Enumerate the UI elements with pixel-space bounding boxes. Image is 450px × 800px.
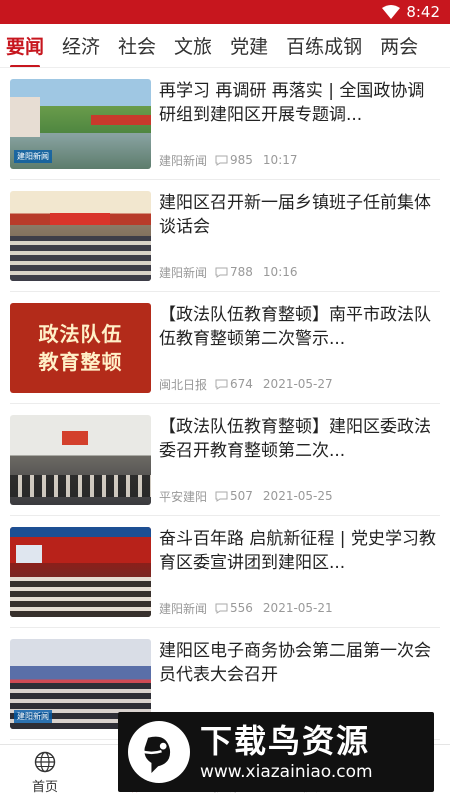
comment-count: 788 — [230, 265, 253, 279]
news-time: 10:16 — [262, 265, 298, 279]
tab-wenlv[interactable]: 文旅 — [174, 26, 212, 65]
comment-count: 674 — [230, 377, 253, 391]
tab-bailianchenggang[interactable]: 百练成钢 — [286, 26, 362, 65]
news-item[interactable]: 政法队伍 教育整顿 【政法队伍教育整顿】南平市政法队伍教育整顿第二次警示... … — [10, 292, 440, 404]
news-time: 2021-05-27 — [262, 377, 333, 391]
comment-icon — [215, 155, 228, 166]
tab-jingji[interactable]: 经济 — [62, 26, 100, 65]
wifi-icon — [382, 5, 401, 19]
comment-icon — [215, 603, 228, 614]
news-thumbnail — [10, 526, 151, 617]
news-thumbnail — [10, 414, 151, 505]
comment-count: 507 — [230, 489, 253, 503]
comment-icon — [215, 267, 228, 278]
comment-count: 985 — [230, 153, 253, 167]
news-source: 建阳新闻 — [159, 153, 208, 168]
watermark-url: www.xiazainiao.com — [200, 762, 373, 782]
status-bar: 8:42 — [0, 0, 450, 24]
comment-icon — [215, 491, 228, 502]
watermark-banner: 下载鸟资源 www.xiazainiao.com — [118, 712, 434, 792]
tab-shehui[interactable]: 社会 — [118, 26, 156, 65]
thumbnail-text: 教育整顿 — [38, 349, 123, 374]
tab-yaowen[interactable]: 要闻 — [6, 26, 44, 67]
thumbnail-text: 政法队伍 — [38, 321, 123, 346]
news-item[interactable]: 【政法队伍教育整顿】建阳区委政法委召开教育整顿第二次... 平安建阳 507 2… — [10, 404, 440, 516]
comment-icon — [215, 379, 228, 390]
status-time: 8:42 — [406, 3, 440, 21]
news-thumbnail — [10, 190, 151, 281]
nav-home[interactable]: 首页 — [0, 745, 90, 800]
comment-count: 556 — [230, 601, 253, 615]
category-tabs: 要闻 经济 社会 文旅 党建 百练成钢 两会 — [0, 24, 450, 68]
news-source: 闽北日报 — [159, 377, 208, 392]
news-title: 建阳区电子商务协会第二届第一次会员代表大会召开 — [159, 640, 431, 685]
news-item[interactable]: 建阳区召开新一届乡镇班子任前集体谈话会 建阳新闻 788 10:16 — [10, 180, 440, 292]
news-title: 再学习 再调研 再落实 | 全国政协调研组到建阳区开展专题调... — [159, 80, 425, 125]
globe-icon — [34, 751, 56, 772]
news-title: 【政法队伍教育整顿】南平市政法队伍教育整顿第二次警示... — [159, 304, 431, 349]
thumbnail-label: 建阳新闻 — [14, 709, 52, 723]
nav-label: 首页 — [31, 779, 58, 795]
tab-lianghui[interactable]: 两会 — [380, 26, 418, 65]
news-time: 10:17 — [262, 153, 298, 167]
news-source: 建阳新闻 — [159, 601, 208, 616]
news-thumbnail: 建阳新闻 — [10, 78, 151, 169]
news-title: 【政法队伍教育整顿】建阳区委政法委召开教育整顿第二次... — [159, 416, 431, 461]
thumbnail-label: 建阳新闻 — [14, 149, 52, 163]
news-thumbnail: 政法队伍 教育整顿 — [10, 302, 151, 393]
news-item[interactable]: 建阳新闻 再学习 再调研 再落实 | 全国政协调研组到建阳区开展专题调... 建… — [10, 68, 440, 180]
news-title: 建阳区召开新一届乡镇班子任前集体谈话会 — [159, 192, 431, 237]
news-time: 2021-05-21 — [262, 601, 333, 615]
watermark-title: 下载鸟资源 — [200, 722, 371, 760]
news-title: 奋斗百年路 启航新征程 | 党史学习教育区委宣讲团到建阳区... — [159, 528, 436, 573]
bird-logo-icon — [128, 721, 190, 783]
news-item[interactable]: 奋斗百年路 启航新征程 | 党史学习教育区委宣讲团到建阳区... 建阳新闻 55… — [10, 516, 440, 628]
news-list: 建阳新闻 再学习 再调研 再落实 | 全国政协调研组到建阳区开展专题调... 建… — [0, 68, 450, 740]
news-time: 2021-05-25 — [262, 489, 333, 503]
news-source: 平安建阳 — [159, 489, 208, 504]
news-source: 建阳新闻 — [159, 265, 208, 280]
tab-dangjian[interactable]: 党建 — [230, 26, 268, 65]
